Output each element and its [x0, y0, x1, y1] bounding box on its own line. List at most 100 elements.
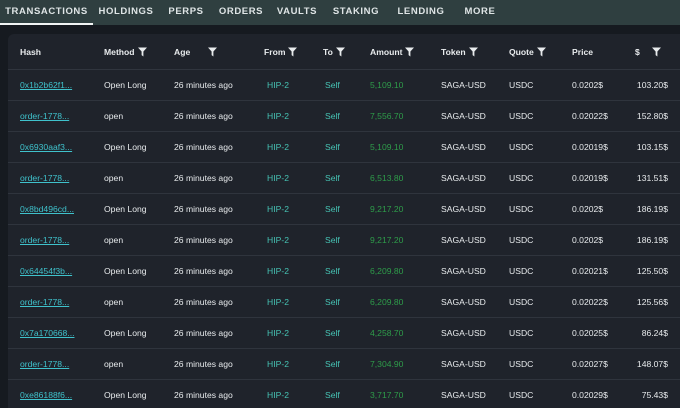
quote-cell: USDC — [509, 390, 534, 400]
column-quote: Quote — [509, 34, 546, 69]
age-cell: 26 minutes ago — [174, 235, 233, 245]
token-cell: SAGA-USD — [441, 235, 486, 245]
from-link[interactable]: HIP-2 — [267, 225, 289, 255]
table-row: order-1778... open 26 minutes ago HIP-2 Self… — [8, 349, 680, 380]
tab-orders[interactable]: ORDERS — [213, 0, 269, 22]
tab-lending[interactable]: LENDING — [387, 0, 455, 22]
quote-cell: USDC — [509, 328, 534, 338]
filter-icon[interactable] — [208, 47, 218, 57]
age-cell: 26 minutes ago — [174, 142, 233, 152]
hash-link[interactable]: order-1778... — [20, 225, 69, 255]
filter-icon[interactable] — [651, 47, 661, 57]
quote-cell: USDC — [509, 359, 534, 369]
from-link[interactable]: HIP-2 — [267, 132, 289, 162]
method-cell: open — [104, 173, 124, 183]
filter-icon[interactable] — [137, 47, 147, 57]
price-cell: 0.02021$ — [572, 266, 608, 276]
method-cell: open — [104, 359, 124, 369]
hash-link[interactable]: 0xe86188f6... — [20, 380, 72, 408]
filter-icon[interactable] — [468, 47, 478, 57]
to-link[interactable]: Self — [325, 163, 340, 193]
hash-link[interactable]: 0x8bd496cd... — [20, 194, 74, 224]
tab-transactions[interactable]: TRANSACTIONS — [0, 0, 93, 25]
quote-cell: USDC — [509, 235, 534, 245]
to-link[interactable]: Self — [325, 70, 340, 100]
column-age: Age — [174, 34, 218, 69]
to-link[interactable]: Self — [325, 318, 340, 348]
transactions-panel: Hash Method Age From To Amount Token Quo… — [0, 25, 680, 408]
price-cell: 0.02029$ — [572, 390, 608, 400]
hash-link[interactable]: order-1778... — [20, 349, 69, 379]
age-cell: 26 minutes ago — [174, 297, 233, 307]
hash-link[interactable]: order-1778... — [20, 101, 69, 131]
from-link[interactable]: HIP-2 — [267, 318, 289, 348]
table-row: order-1778... open 26 minutes ago HIP-2 Self… — [8, 101, 680, 132]
tab-holdings[interactable]: HOLDINGS — [93, 0, 159, 22]
age-cell: 26 minutes ago — [174, 359, 233, 369]
filter-icon[interactable] — [536, 47, 546, 57]
from-link[interactable]: HIP-2 — [267, 287, 289, 317]
token-cell: SAGA-USD — [441, 390, 486, 400]
to-link[interactable]: Self — [325, 287, 340, 317]
usd-cell: 148.07$ — [636, 359, 668, 369]
hash-link[interactable]: 0x64454f3b... — [20, 256, 72, 286]
to-link[interactable]: Self — [325, 256, 340, 286]
column-from: From — [264, 34, 298, 69]
tab-perps[interactable]: PERPS — [159, 0, 213, 22]
from-link[interactable]: HIP-2 — [267, 256, 289, 286]
price-cell: 0.02027$ — [572, 359, 608, 369]
token-cell: SAGA-USD — [441, 204, 486, 214]
column-price: Price — [572, 46, 594, 57]
method-cell: Open Long — [104, 80, 147, 90]
table-row: 0x8bd496cd... Open Long 26 minutes ago HIP-… — [8, 194, 680, 225]
from-link[interactable]: HIP-2 — [267, 70, 289, 100]
table-row: 0x64454f3b... Open Long 26 minutes ago HIP-… — [8, 256, 680, 287]
column-token: Token — [441, 34, 478, 69]
quote-cell: USDC — [509, 297, 534, 307]
from-link[interactable]: HIP-2 — [267, 101, 289, 131]
hash-link[interactable]: order-1778... — [20, 287, 69, 317]
tab-bar: TRANSACTIONS HOLDINGS PERPS ORDERS VAULT… — [0, 0, 680, 25]
age-cell: 26 minutes ago — [174, 111, 233, 121]
usd-cell: 103.15$ — [636, 142, 668, 152]
hash-link[interactable]: 0x7a170668... — [20, 318, 74, 348]
usd-cell: 103.20$ — [636, 80, 668, 90]
tab-vaults[interactable]: VAULTS — [269, 0, 325, 22]
token-cell: SAGA-USD — [441, 359, 486, 369]
tab-staking[interactable]: STAKING — [325, 0, 387, 22]
to-link[interactable]: Self — [325, 349, 340, 379]
amount-cell: 6,209.80 — [370, 297, 404, 307]
quote-cell: USDC — [509, 111, 534, 121]
to-link[interactable]: Self — [325, 194, 340, 224]
amount-cell: 9,217.20 — [370, 235, 404, 245]
from-link[interactable]: HIP-2 — [267, 163, 289, 193]
to-link[interactable]: Self — [325, 225, 340, 255]
table-row: order-1778... open 26 minutes ago HIP-2 Self… — [8, 225, 680, 256]
from-link[interactable]: HIP-2 — [267, 349, 289, 379]
quote-cell: USDC — [509, 204, 534, 214]
table-row: order-1778... open 26 minutes ago HIP-2 Self… — [8, 287, 680, 318]
from-link[interactable]: HIP-2 — [267, 194, 289, 224]
age-cell: 26 minutes ago — [174, 328, 233, 338]
hash-link[interactable]: order-1778... — [20, 163, 69, 193]
filter-icon[interactable] — [335, 47, 345, 57]
amount-cell: 6,209.80 — [370, 266, 404, 276]
table-row: 0x7a170668... Open Long 26 minutes ago HIP-… — [8, 318, 680, 349]
method-cell: Open Long — [104, 390, 147, 400]
hash-link[interactable]: 0x6930aaf3... — [20, 132, 72, 162]
token-cell: SAGA-USD — [441, 297, 486, 307]
table-row: 0xe86188f6... Open Long 26 minutes ago HIP-… — [8, 380, 680, 408]
to-link[interactable]: Self — [325, 132, 340, 162]
filter-icon[interactable] — [288, 47, 298, 57]
to-link[interactable]: Self — [325, 380, 340, 408]
table-header: Hash Method Age From To Amount Token Quo… — [8, 34, 680, 70]
from-link[interactable]: HIP-2 — [267, 380, 289, 408]
filter-icon[interactable] — [405, 47, 415, 57]
token-cell: SAGA-USD — [441, 80, 486, 90]
column-amount: Amount — [370, 34, 415, 69]
token-cell: SAGA-USD — [441, 111, 486, 121]
hash-link[interactable]: 0x1b2b62f1... — [20, 70, 72, 100]
amount-cell: 5,109.10 — [370, 142, 404, 152]
to-link[interactable]: Self — [325, 101, 340, 131]
tab-more[interactable]: MORE — [455, 0, 505, 22]
